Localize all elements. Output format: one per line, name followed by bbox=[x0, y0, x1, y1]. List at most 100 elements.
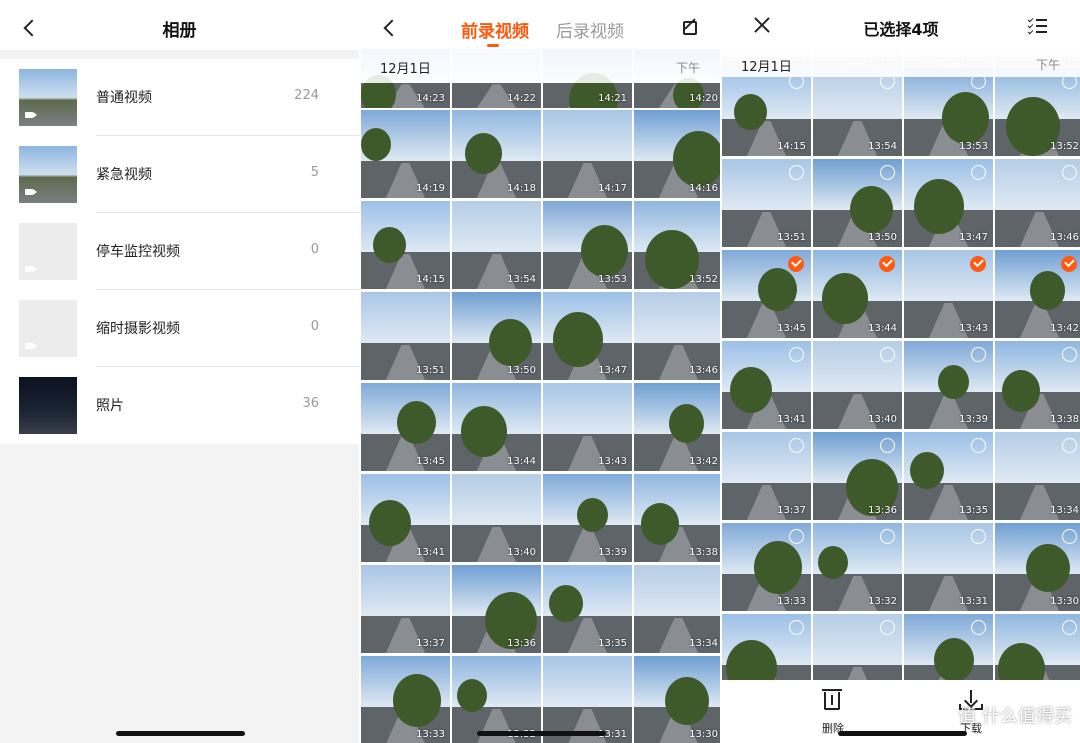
album-row[interactable]: 普通视频 224 bbox=[0, 59, 359, 136]
home-indicator bbox=[116, 731, 245, 736]
video-thumbnail[interactable]: 13:37 bbox=[361, 565, 450, 653]
video-thumbnail[interactable]: 13:50 bbox=[813, 159, 902, 247]
select-circle-icon[interactable] bbox=[880, 438, 895, 453]
video-thumbnail[interactable]: 13:30 bbox=[634, 656, 720, 743]
video-thumbnail[interactable]: 13:38 bbox=[995, 341, 1080, 429]
selected-check-icon[interactable] bbox=[788, 256, 804, 272]
video-thumbnail[interactable]: 13:52 bbox=[995, 68, 1080, 156]
video-thumbnail[interactable]: 14:19 bbox=[361, 110, 450, 198]
video-thumbnail[interactable]: 13:47 bbox=[543, 292, 632, 380]
video-thumbnail[interactable]: 13:30 bbox=[995, 523, 1080, 611]
select-circle-icon[interactable] bbox=[880, 620, 895, 635]
album-row[interactable]: 停车监控视频 0 bbox=[0, 213, 359, 290]
video-thumbnail[interactable]: 13:44 bbox=[813, 250, 902, 338]
video-thumbnail[interactable]: 13:40 bbox=[813, 341, 902, 429]
video-thumbnail[interactable]: 13:40 bbox=[452, 474, 541, 562]
video-thumbnail[interactable]: 13:44 bbox=[452, 383, 541, 471]
video-thumbnail[interactable]: 13:31 bbox=[543, 656, 632, 743]
select-circle-icon[interactable] bbox=[789, 529, 804, 544]
select-circle-icon[interactable] bbox=[1062, 620, 1077, 635]
select-circle-icon[interactable] bbox=[971, 438, 986, 453]
chevron-left-icon[interactable] bbox=[383, 19, 401, 37]
video-thumbnail[interactable]: 13:47 bbox=[904, 159, 993, 247]
browse-header: 前录视频 后录视频 bbox=[361, 0, 720, 49]
video-thumbnail[interactable]: 13:46 bbox=[995, 159, 1080, 247]
select-circle-icon[interactable] bbox=[789, 165, 804, 180]
video-thumbnail[interactable]: 13:39 bbox=[904, 341, 993, 429]
video-thumbnail[interactable]: 13:45 bbox=[361, 383, 450, 471]
select-circle-icon[interactable] bbox=[1062, 438, 1077, 453]
select-circle-icon[interactable] bbox=[1062, 347, 1077, 362]
video-thumbnail[interactable]: 13:36 bbox=[813, 432, 902, 520]
video-thumbnail[interactable]: 13:41 bbox=[361, 474, 450, 562]
video-thumbnail[interactable]: 13:32 bbox=[813, 523, 902, 611]
video-thumbnail[interactable]: 13:33 bbox=[361, 656, 450, 743]
video-thumbnail[interactable]: 13:42 bbox=[634, 383, 720, 471]
select-circle-icon[interactable] bbox=[971, 347, 986, 362]
video-thumbnail[interactable]: 14:17 bbox=[543, 110, 632, 198]
video-thumbnail[interactable]: 13:43 bbox=[904, 250, 993, 338]
thumbnail-sky bbox=[543, 383, 632, 435]
thumbnail-tree bbox=[669, 404, 704, 443]
video-thumbnail[interactable]: 13:53 bbox=[904, 68, 993, 156]
video-thumbnail[interactable]: 14:16 bbox=[634, 110, 720, 198]
video-thumbnail[interactable]: 14:15 bbox=[722, 68, 811, 156]
tab-front-video[interactable]: 前录视频 bbox=[461, 17, 529, 42]
video-thumbnail[interactable]: 13:53 bbox=[543, 201, 632, 289]
video-thumbnail[interactable]: 13:54 bbox=[452, 201, 541, 289]
select-circle-icon[interactable] bbox=[1062, 165, 1077, 180]
edit-icon[interactable] bbox=[683, 21, 697, 35]
album-row[interactable]: 缩时摄影视频 0 bbox=[0, 290, 359, 367]
video-thumbnail[interactable]: 13:43 bbox=[543, 383, 632, 471]
album-row[interactable]: 紧急视频 5 bbox=[0, 136, 359, 213]
select-circle-icon[interactable] bbox=[880, 165, 895, 180]
select-circle-icon[interactable] bbox=[971, 529, 986, 544]
video-thumbnail[interactable]: 13:46 bbox=[634, 292, 720, 380]
video-thumbnail[interactable]: 13:32 bbox=[452, 656, 541, 743]
thumbnail-time: 13:42 bbox=[689, 456, 718, 467]
video-thumbnail[interactable]: 13:31 bbox=[904, 523, 993, 611]
album-row[interactable]: 照片 36 bbox=[0, 367, 359, 444]
thumbnail-time: 13:30 bbox=[689, 729, 718, 740]
video-thumbnail[interactable]: 13:42 bbox=[995, 250, 1080, 338]
video-thumbnail[interactable]: 13:39 bbox=[543, 474, 632, 562]
tab-rear-video[interactable]: 后录视频 bbox=[556, 17, 624, 42]
video-thumbnail[interactable]: 14:18 bbox=[452, 110, 541, 198]
video-thumbnail[interactable]: 13:34 bbox=[634, 565, 720, 653]
video-thumbnail[interactable]: 13:45 bbox=[722, 250, 811, 338]
selected-check-icon[interactable] bbox=[879, 256, 895, 272]
video-thumbnail[interactable]: 13:36 bbox=[452, 565, 541, 653]
video-thumbnail[interactable]: 14:15 bbox=[361, 201, 450, 289]
album-thumbnail bbox=[19, 377, 77, 434]
select-circle-icon[interactable] bbox=[880, 529, 895, 544]
select-circle-icon[interactable] bbox=[789, 347, 804, 362]
video-thumbnail[interactable]: 13:52 bbox=[634, 201, 720, 289]
trash-icon bbox=[822, 689, 842, 710]
checklist-icon[interactable] bbox=[1027, 16, 1048, 35]
video-thumbnail[interactable]: 13:35 bbox=[904, 432, 993, 520]
thumbnail-time: 13:41 bbox=[416, 547, 445, 558]
select-circle-icon[interactable] bbox=[971, 165, 986, 180]
video-thumbnail[interactable]: 13:50 bbox=[452, 292, 541, 380]
selected-check-icon[interactable] bbox=[970, 256, 986, 272]
video-thumbnail[interactable]: 13:37 bbox=[722, 432, 811, 520]
select-circle-icon[interactable] bbox=[789, 438, 804, 453]
select-circle-icon[interactable] bbox=[1062, 529, 1077, 544]
selected-check-icon[interactable] bbox=[1061, 256, 1077, 272]
album-thumbnail bbox=[19, 223, 77, 280]
thumbnail-time: 13:38 bbox=[689, 547, 718, 558]
video-thumbnail[interactable]: 13:35 bbox=[543, 565, 632, 653]
video-thumbnail[interactable]: 13:33 bbox=[722, 523, 811, 611]
video-thumbnail[interactable]: 13:54 bbox=[813, 68, 902, 156]
video-thumbnail[interactable]: 13:34 bbox=[995, 432, 1080, 520]
album-name: 紧急视频 bbox=[96, 167, 152, 183]
select-circle-icon[interactable] bbox=[789, 620, 804, 635]
album-count: 36 bbox=[302, 396, 319, 411]
video-thumbnail[interactable]: 13:38 bbox=[634, 474, 720, 562]
select-circle-icon[interactable] bbox=[880, 347, 895, 362]
video-thumbnail[interactable]: 13:51 bbox=[361, 292, 450, 380]
video-thumbnail[interactable]: 13:51 bbox=[722, 159, 811, 247]
select-circle-icon[interactable] bbox=[971, 620, 986, 635]
video-thumbnail[interactable]: 13:41 bbox=[722, 341, 811, 429]
active-tab-indicator bbox=[487, 44, 499, 47]
